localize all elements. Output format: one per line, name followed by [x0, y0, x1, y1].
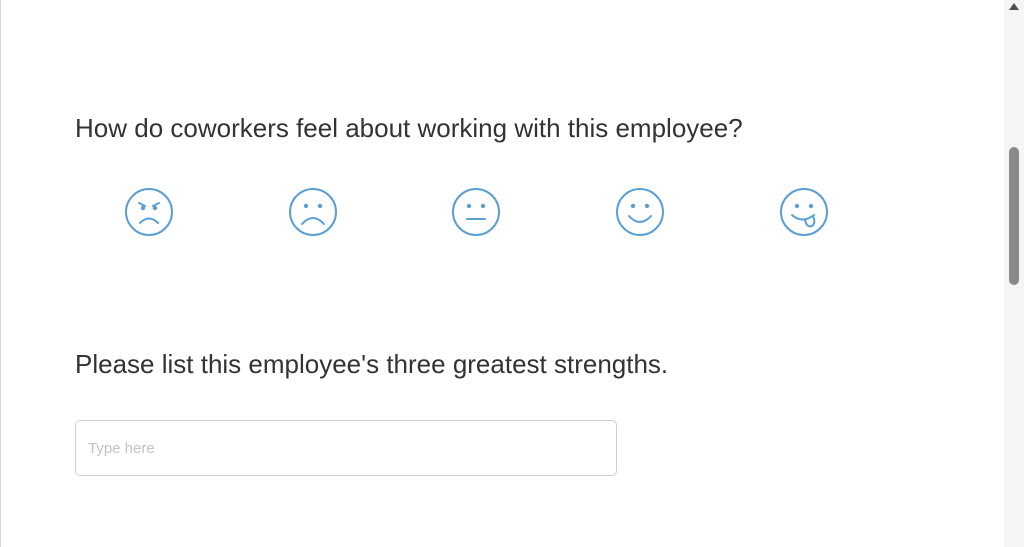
question-coworkers-title: How do coworkers feel about working with…	[75, 113, 743, 143]
vertical-scrollbar[interactable]	[1004, 0, 1024, 547]
neutral-face-icon	[452, 188, 500, 236]
scroll-up-arrow-icon[interactable]	[1009, 3, 1019, 10]
angry-face-icon	[125, 188, 173, 236]
smiling-face-icon	[616, 188, 664, 236]
question-strengths-title: Please list this employee's three greate…	[75, 349, 669, 379]
sad-face-icon	[289, 188, 337, 236]
tongue-out-face-icon	[780, 188, 828, 236]
rating-option-5[interactable]: 5	[778, 186, 830, 238]
survey-page: How do coworkers feel about working with…	[0, 0, 1024, 547]
rating-option-3[interactable]: 3	[450, 186, 502, 238]
rating-option-2[interactable]: 2	[287, 186, 339, 238]
rating-option-4[interactable]: 4	[614, 186, 666, 238]
rating-option-1[interactable]: 1	[123, 186, 175, 238]
coworkers-rating-scale: 1 2	[123, 186, 843, 238]
strengths-input[interactable]	[75, 420, 617, 476]
scrollbar-thumb[interactable]	[1009, 147, 1019, 285]
